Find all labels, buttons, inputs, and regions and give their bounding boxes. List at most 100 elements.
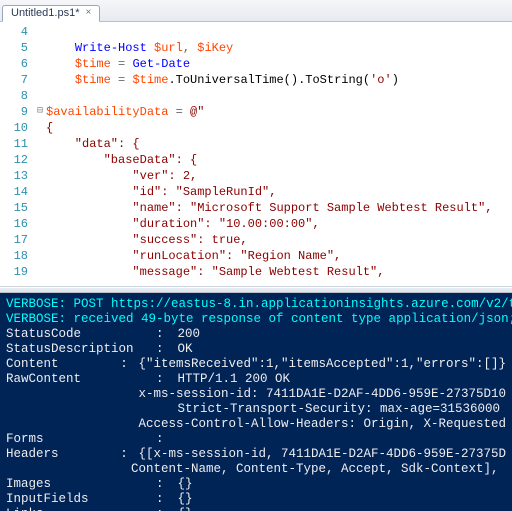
tab-bar: Untitled1.ps1* × (0, 0, 512, 22)
result-row: Forms: (6, 432, 506, 447)
code-text: Write-Host $url, $iKey (46, 40, 512, 56)
code-text: { (46, 120, 512, 136)
line-number: 19 (0, 264, 34, 280)
fold-icon (34, 40, 46, 56)
code-text (46, 24, 512, 40)
result-continuation: Content-Name, Content-Type, Accept, Sdk-… (6, 462, 506, 477)
code-line[interactable]: 4 (0, 24, 512, 40)
fold-icon (34, 152, 46, 168)
code-line[interactable]: 9⊟$availabilityData = @" (0, 104, 512, 120)
result-continuation: Access-Control-Allow-Headers: Origin, X-… (6, 417, 506, 432)
line-number: 6 (0, 56, 34, 72)
code-line[interactable]: 6 $time = Get-Date (0, 56, 512, 72)
code-text: $time = Get-Date (46, 56, 512, 72)
line-number: 13 (0, 168, 34, 184)
code-text: $availabilityData = @" (46, 104, 512, 120)
code-line[interactable]: 16 "duration": "10.00:00:00", (0, 216, 512, 232)
result-value: 200 (170, 327, 200, 342)
fold-icon (34, 264, 46, 280)
colon: : (156, 372, 170, 387)
result-row: Links: {} (6, 507, 506, 511)
code-line[interactable]: 17 "success": true, (0, 232, 512, 248)
result-key: Links (6, 507, 156, 511)
result-key: Content (6, 357, 120, 372)
code-text (46, 88, 512, 104)
result-row: InputFields: {} (6, 492, 506, 507)
code-line[interactable]: 7 $time = $time.ToUniversalTime().ToStri… (0, 72, 512, 88)
code-line[interactable]: 18 "runLocation": "Region Name", (0, 248, 512, 264)
result-continuation: Strict-Transport-Security: max-age=31536… (6, 402, 506, 417)
fold-icon (34, 216, 46, 232)
code-line[interactable]: 11 "data": { (0, 136, 512, 152)
result-continuation: x-ms-session-id: 7411DA1E-D2AF-4DD6-959E… (6, 387, 506, 402)
code-line[interactable]: 19 "message": "Sample Webtest Result", (0, 264, 512, 280)
line-number: 17 (0, 232, 34, 248)
code-text: "ver": 2, (46, 168, 512, 184)
colon: : (156, 477, 170, 492)
result-key: InputFields (6, 492, 156, 507)
line-number: 4 (0, 24, 34, 40)
result-row: StatusCode: 200 (6, 327, 506, 342)
colon: : (156, 492, 170, 507)
code-text: "success": true, (46, 232, 512, 248)
console-line: VERBOSE: POST https://eastus-8.in.applic… (6, 297, 506, 312)
console-line: VERBOSE: received 49-byte response of co… (6, 312, 506, 327)
result-key: Forms (6, 432, 156, 447)
line-number: 7 (0, 72, 34, 88)
code-line[interactable]: 15 "name": "Microsoft Support Sample Web… (0, 200, 512, 216)
fold-icon (34, 72, 46, 88)
code-text: $time = $time.ToUniversalTime().ToString… (46, 72, 512, 88)
line-number: 14 (0, 184, 34, 200)
result-value: {"itemsReceived":1,"itemsAccepted":1,"er… (131, 357, 506, 372)
result-value: {} (170, 492, 193, 507)
result-value: {[x-ms-session-id, 7411DA1E-D2AF-4DD6-95… (131, 447, 506, 462)
code-line[interactable]: 10 { (0, 120, 512, 136)
line-number: 16 (0, 216, 34, 232)
fold-icon (34, 136, 46, 152)
result-value: {} (170, 477, 193, 492)
line-number: 12 (0, 152, 34, 168)
line-number: 11 (0, 136, 34, 152)
result-key: StatusDescription (6, 342, 156, 357)
console-output[interactable]: VERBOSE: POST https://eastus-8.in.applic… (0, 293, 512, 511)
colon: : (156, 327, 170, 342)
code-text: "name": "Microsoft Support Sample Webtes… (46, 200, 512, 216)
colon: : (156, 342, 170, 357)
fold-icon[interactable]: ⊟ (34, 104, 46, 120)
result-row: Content: {"itemsReceived":1,"itemsAccept… (6, 357, 506, 372)
result-row: StatusDescription: OK (6, 342, 506, 357)
result-key: RawContent (6, 372, 156, 387)
result-key: Images (6, 477, 156, 492)
result-row: Images: {} (6, 477, 506, 492)
fold-icon (34, 56, 46, 72)
file-tab[interactable]: Untitled1.ps1* × (2, 5, 100, 22)
fold-icon (34, 88, 46, 104)
colon: : (120, 357, 131, 372)
fold-icon (34, 232, 46, 248)
code-line[interactable]: 12 "baseData": { (0, 152, 512, 168)
code-text: "id": "SampleRunId", (46, 184, 512, 200)
close-icon[interactable]: × (86, 8, 92, 18)
code-line[interactable]: 8 (0, 88, 512, 104)
code-line[interactable]: 13 "ver": 2, (0, 168, 512, 184)
colon: : (156, 507, 170, 511)
fold-icon (34, 24, 46, 40)
code-text: "message": "Sample Webtest Result", (46, 264, 512, 280)
code-line[interactable]: 14 "id": "SampleRunId", (0, 184, 512, 200)
code-text: "data": { (46, 136, 512, 152)
code-text: "runLocation": "Region Name", (46, 248, 512, 264)
line-number: 15 (0, 200, 34, 216)
code-text: "duration": "10.00:00:00", (46, 216, 512, 232)
tab-title: Untitled1.ps1* (11, 7, 80, 19)
line-number: 5 (0, 40, 34, 56)
fold-icon (34, 200, 46, 216)
line-number: 10 (0, 120, 34, 136)
line-number: 8 (0, 88, 34, 104)
result-row: RawContent: HTTP/1.1 200 OK (6, 372, 506, 387)
script-editor[interactable]: 4 5 Write-Host $url, $iKey6 $time = Get-… (0, 22, 512, 287)
code-line[interactable]: 5 Write-Host $url, $iKey (0, 40, 512, 56)
result-key: StatusCode (6, 327, 156, 342)
line-number: 9 (0, 104, 34, 120)
fold-icon (34, 184, 46, 200)
fold-icon (34, 248, 46, 264)
